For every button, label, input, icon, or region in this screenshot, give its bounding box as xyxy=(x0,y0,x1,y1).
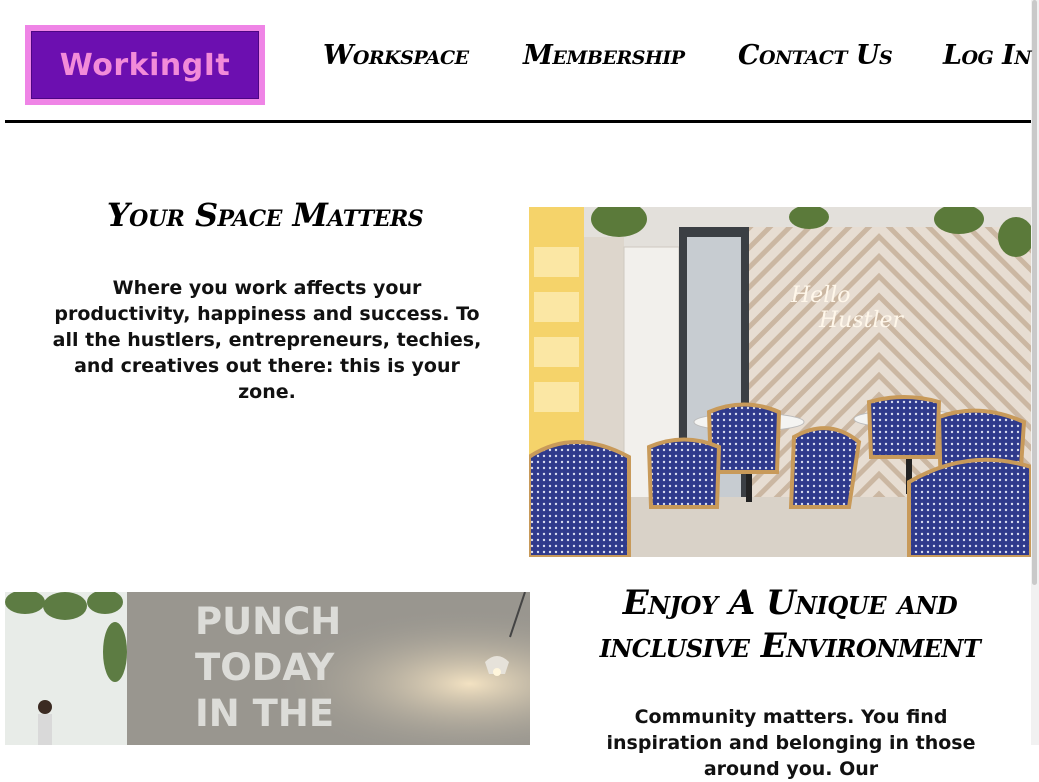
nav-contact-us[interactable]: Contact Us xyxy=(738,40,893,71)
scrollbar-thumb[interactable] xyxy=(1032,0,1037,585)
neon-sign-hello: Hello xyxy=(790,283,851,308)
section-text-space-matters: Where you work affects your productivity… xyxy=(52,277,482,403)
wall-photo-graphic: PUNCH TODAY IN THE xyxy=(5,592,530,745)
cafe-interior-photo: Hello Hustler xyxy=(529,207,1031,557)
section-title-inclusive-environment: Enjoy A Unique and inclusive Environment xyxy=(599,583,981,666)
nav-workspace[interactable]: Workspace xyxy=(323,40,469,71)
wall-text-punch: PUNCH xyxy=(195,600,341,643)
nav-membership[interactable]: Membership xyxy=(523,40,685,71)
scrollbar[interactable] xyxy=(1031,0,1039,745)
cafe-photo-graphic: Hello Hustler xyxy=(529,207,1031,557)
site-header: WorkingIt Workspace Membership Contact U… xyxy=(5,0,1032,123)
concrete-wall-photo: PUNCH TODAY IN THE xyxy=(5,592,530,745)
section-text-community: Community matters. You find inspiration … xyxy=(606,706,976,780)
logo[interactable]: WorkingIt xyxy=(25,25,265,105)
wall-text-today: TODAY xyxy=(195,646,335,689)
wall-text-in-the: IN THE xyxy=(195,692,334,735)
section-title-space-matters: Your Space Matters xyxy=(106,196,424,234)
logo-text: WorkingIt xyxy=(31,31,259,99)
nav-log-in[interactable]: Log In xyxy=(943,40,1032,71)
neon-sign-hustler: Hustler xyxy=(818,308,905,333)
